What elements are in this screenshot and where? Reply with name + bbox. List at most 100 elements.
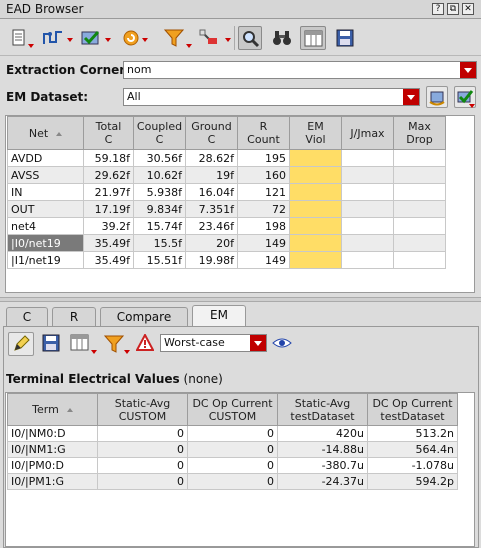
column-header-em-viol[interactable]: EM Viol [289, 116, 342, 150]
em-mode-select[interactable]: Worst-case [160, 334, 267, 352]
find-button[interactable] [238, 26, 262, 50]
window-title: EAD Browser [6, 2, 84, 16]
tab-r[interactable]: R [52, 307, 96, 327]
coupled-c-cell: 15.5f [133, 234, 186, 252]
net-cell[interactable]: IN [7, 183, 84, 201]
j-jmax-cell [341, 166, 394, 184]
ground-c-cell: 19f [185, 166, 238, 184]
net-cell[interactable]: AVSS [7, 166, 84, 184]
save-button[interactable] [334, 26, 356, 50]
table-row[interactable]: |I0/net19 35.49f 15.5f 20f 149 [7, 234, 446, 252]
net-cell[interactable]: |I1/net19 [7, 251, 84, 269]
save-icon [336, 29, 354, 47]
em-table-view-button[interactable] [70, 334, 100, 356]
column-header-static-avg-custom[interactable]: Static-Avg CUSTOM [97, 393, 188, 426]
terminal-section-note: (none) [183, 372, 223, 386]
ground-c-cell: 28.62f [185, 149, 238, 167]
em-viol-cell [289, 200, 342, 218]
table-view-button[interactable] [300, 26, 326, 50]
dc-op-custom-cell: 0 [187, 473, 278, 490]
pane-splitter[interactable] [0, 297, 481, 302]
em-mode-value: Worst-case [164, 336, 225, 349]
chevron-down-icon[interactable] [460, 62, 476, 78]
dc-op-test-cell: 513.2n [367, 425, 458, 442]
r-count-cell: 160 [237, 166, 290, 184]
ground-c-cell: 23.46f [185, 217, 238, 235]
filter-icon [164, 29, 184, 47]
view-button[interactable] [272, 335, 292, 351]
refresh-button[interactable] [120, 26, 150, 50]
j-jmax-cell [341, 200, 394, 218]
net-cell[interactable]: AVDD [7, 149, 84, 167]
close-button[interactable]: ✕ [462, 3, 474, 15]
j-jmax-cell [341, 183, 394, 201]
terminal-table: Term Static-Avg CUSTOM DC Op Current CUSTO… [7, 393, 458, 490]
column-header-static-avg-test[interactable]: Static-Avg testDataset [277, 393, 368, 426]
column-header-coupled-c[interactable]: Coupled C [133, 116, 186, 150]
net-cell-selected[interactable]: |I0/net19 [7, 234, 84, 252]
column-header-r-count[interactable]: R Count [237, 116, 290, 150]
sort-asc-icon [56, 131, 63, 136]
coupled-c-cell: 30.56f [133, 149, 186, 167]
binoculars-icon [273, 31, 291, 45]
column-header-j-jmax[interactable]: J/Jmax [341, 116, 394, 150]
dataset-options-button[interactable] [426, 86, 448, 108]
document-menu-button[interactable] [8, 26, 36, 50]
column-header-max-drop[interactable]: Max Drop [393, 116, 446, 150]
column-header-dc-op-custom[interactable]: DC Op Current CUSTOM [187, 393, 278, 426]
extraction-corner-select[interactable]: nom [123, 61, 477, 79]
coupled-c-cell: 15.74f [133, 217, 186, 235]
term-cell[interactable]: I0/|PM0:D [7, 457, 98, 474]
edit-button[interactable] [8, 332, 34, 356]
table-row[interactable]: AVSS 29.62f 10.62f 19f 160 [7, 166, 446, 184]
table-row[interactable]: |I1/net19 35.49f 15.51f 19.98f 149 [7, 251, 446, 269]
static-avg-custom-cell: 0 [97, 473, 188, 490]
total-c-cell: 39.2f [83, 217, 134, 235]
table-row[interactable]: I0/|PM1:G 0 0 -24.37u 594.2p [7, 473, 458, 490]
column-header-ground-c[interactable]: Ground C [185, 116, 238, 150]
column-header-total-c[interactable]: Total C [83, 116, 134, 150]
dataset-check-button[interactable] [454, 86, 476, 108]
parasitic-button[interactable] [40, 26, 74, 50]
net-cell[interactable]: OUT [7, 200, 84, 218]
static-avg-test-cell: -24.37u [277, 473, 368, 490]
r-count-cell: 72 [237, 200, 290, 218]
column-header-dc-op-test[interactable]: DC Op Current testDataset [367, 393, 458, 426]
tab-compare[interactable]: Compare [100, 307, 188, 327]
table-row[interactable]: IN 21.97f 5.938f 16.04f 121 [7, 183, 446, 201]
table-row[interactable]: I0/|NM1:G 0 0 -14.88u 564.4n [7, 441, 458, 458]
table-row[interactable]: net4 39.2f 15.74f 23.46f 198 [7, 217, 446, 235]
total-c-cell: 35.49f [83, 234, 134, 252]
max-drop-cell [393, 234, 446, 252]
dataset-list-icon [429, 91, 445, 106]
tab-c[interactable]: C [6, 307, 48, 327]
table-row[interactable]: I0/|PM0:D 0 0 -380.7u -1.078u [7, 457, 458, 474]
table-row[interactable]: I0/|NM0:D 0 0 420u 513.2n [7, 425, 458, 442]
table-row[interactable]: OUT 17.19f 9.834f 7.351f 72 [7, 200, 446, 218]
term-cell[interactable]: I0/|PM1:G [7, 473, 98, 490]
r-count-cell: 121 [237, 183, 290, 201]
tab-em[interactable]: EM [192, 305, 246, 327]
help-button[interactable]: ? [432, 3, 444, 15]
static-avg-test-cell: -380.7u [277, 457, 368, 474]
chevron-down-icon[interactable] [250, 335, 266, 351]
check-button[interactable] [78, 26, 112, 50]
em-dataset-select[interactable]: All [123, 88, 420, 106]
filter-button[interactable] [160, 26, 194, 50]
column-header-term[interactable]: Term [7, 393, 98, 426]
em-viol-cell [289, 217, 342, 235]
warning-button[interactable] [135, 332, 156, 354]
em-filter-button[interactable] [103, 334, 134, 356]
term-cell[interactable]: I0/|NM0:D [7, 425, 98, 442]
chevron-down-icon[interactable] [403, 89, 419, 105]
table-row[interactable]: AVDD 59.18f 30.56f 28.62f 195 [7, 149, 446, 167]
coupled-c-cell: 10.62f [133, 166, 186, 184]
net-cell[interactable]: net4 [7, 217, 84, 235]
probe-button[interactable] [196, 26, 232, 50]
em-save-button[interactable] [42, 334, 62, 354]
term-cell[interactable]: I0/|NM1:G [7, 441, 98, 458]
binoculars-button[interactable] [270, 26, 294, 50]
column-header-net[interactable]: Net [7, 116, 84, 150]
terminal-section-title: Terminal Electrical Values [6, 372, 180, 386]
restore-button[interactable]: ⧉ [447, 3, 459, 15]
